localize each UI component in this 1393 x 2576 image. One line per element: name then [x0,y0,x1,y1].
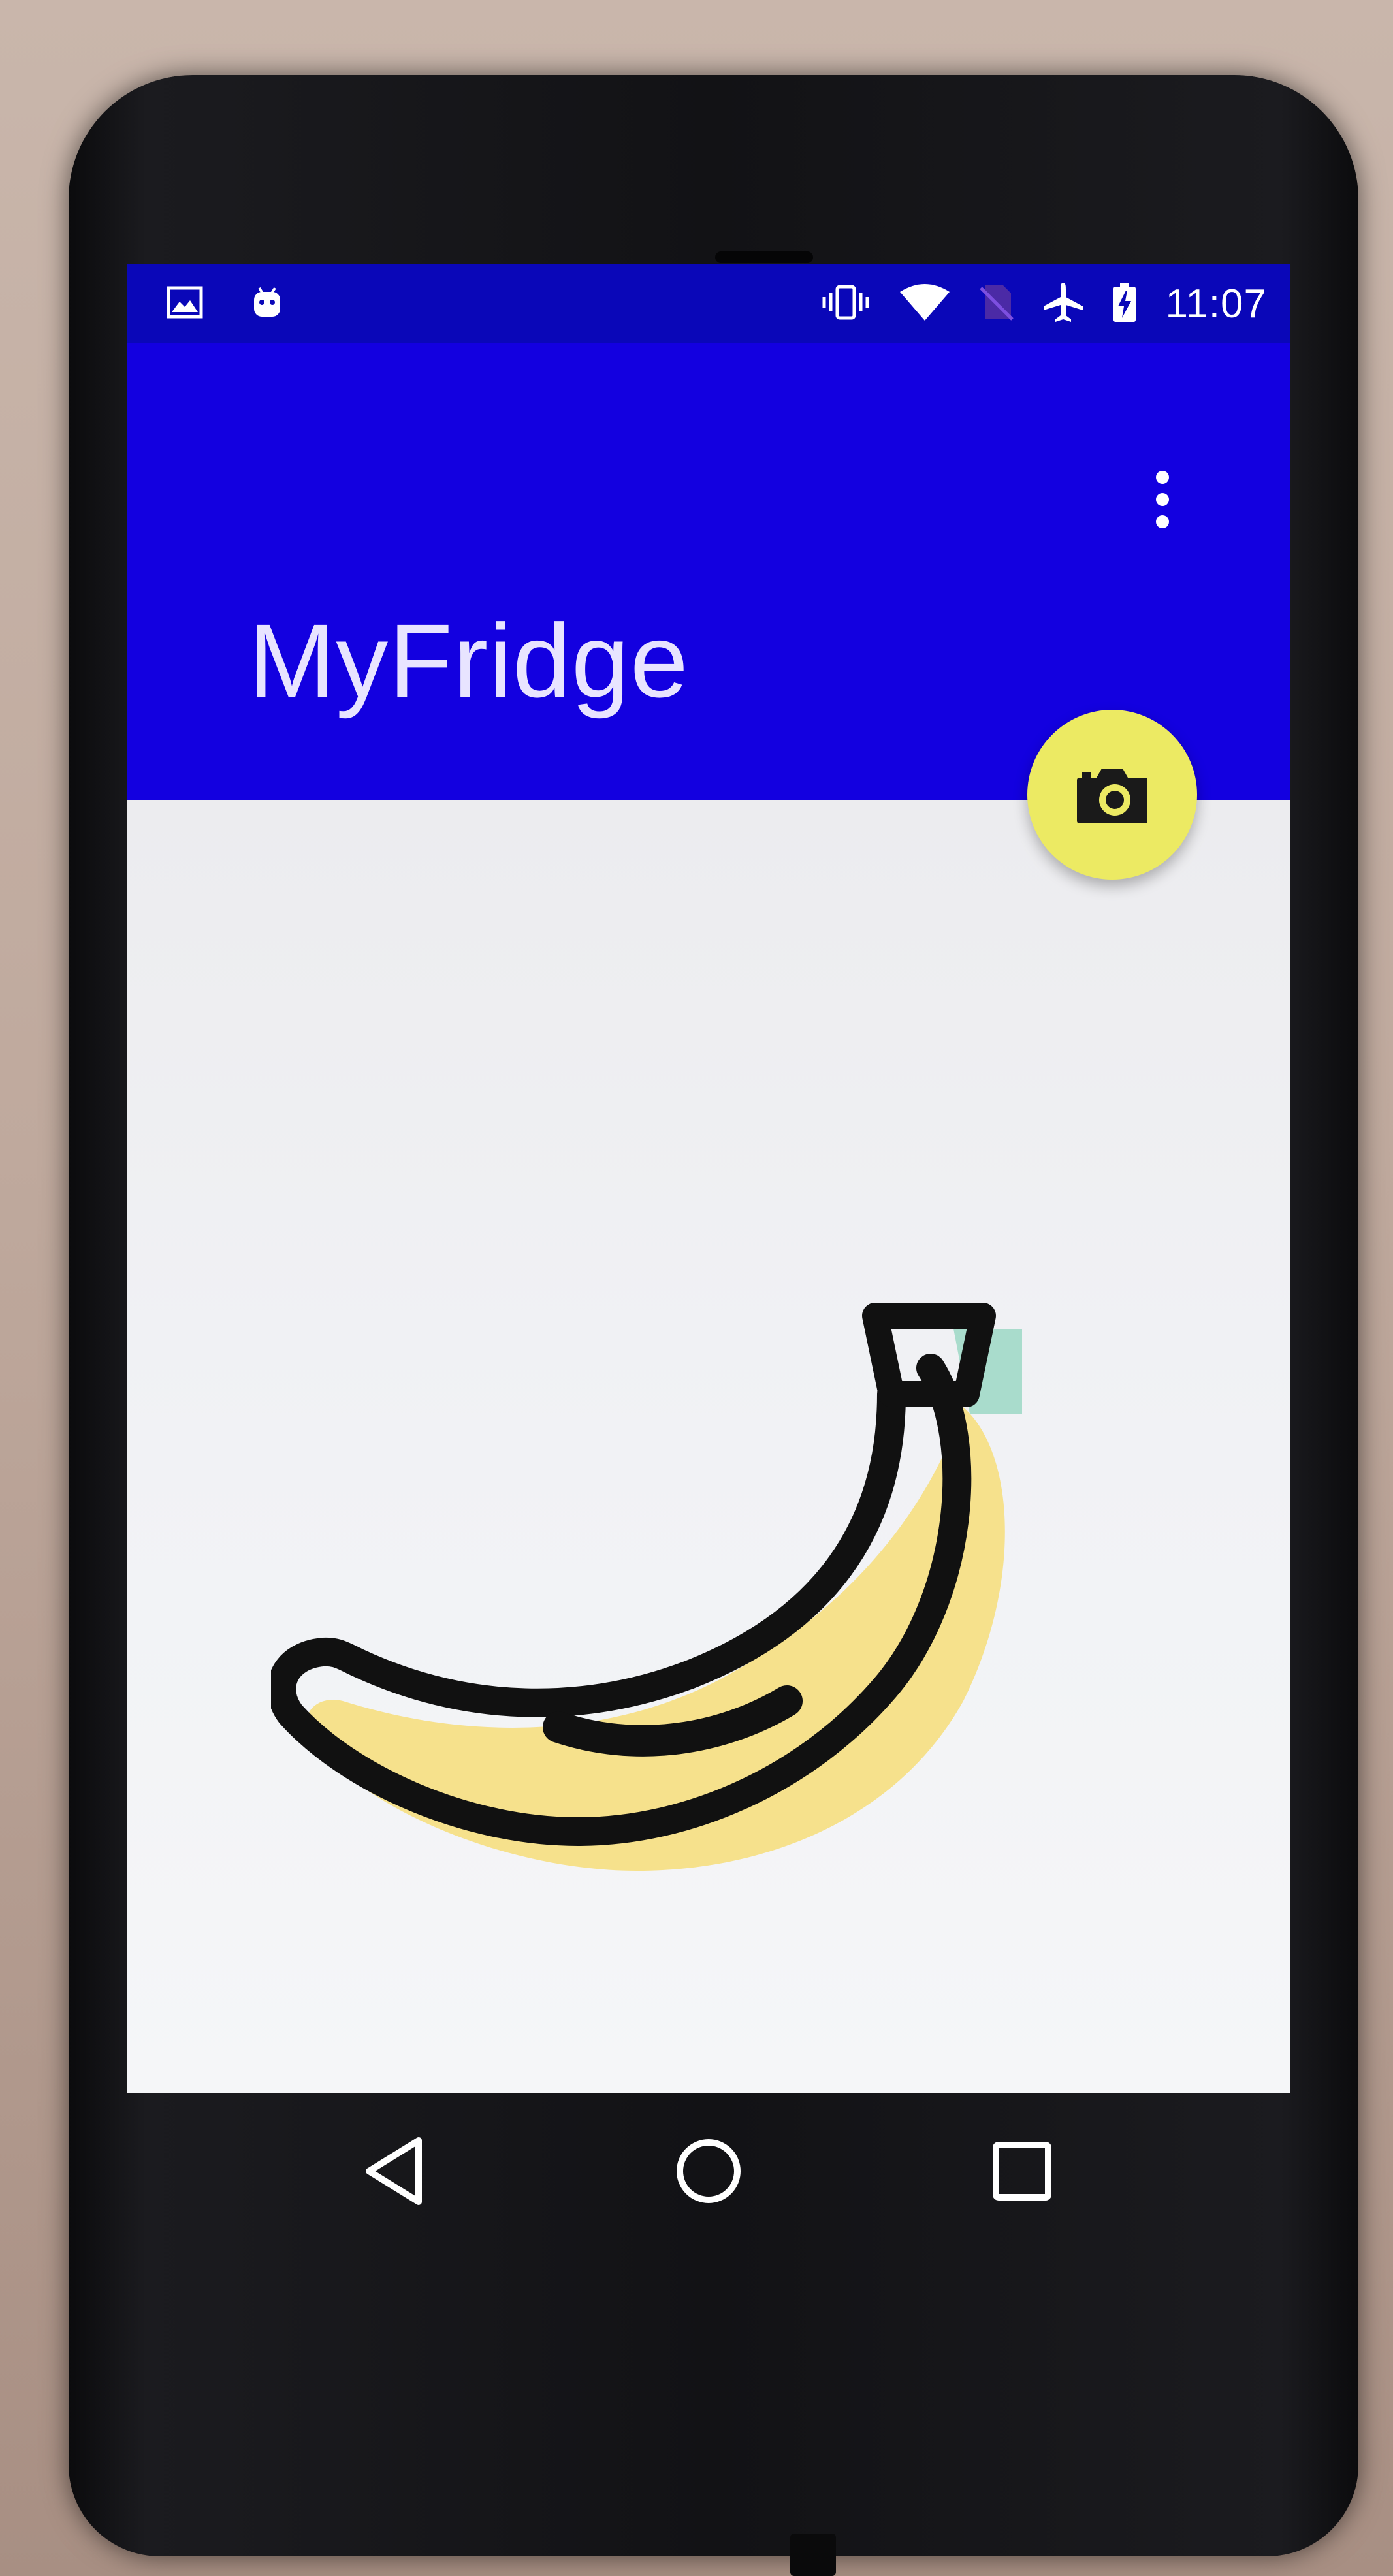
status-system-icons: 11:07 [820,264,1267,343]
overflow-dot [1156,471,1169,484]
recents-button[interactable] [976,2125,1068,2217]
usb-cable [790,2534,836,2576]
no-sim-icon [978,283,1015,325]
image-notification-icon [167,286,203,321]
overflow-dot [1156,493,1169,506]
earpiece [715,251,813,263]
wifi-icon [899,283,951,325]
battery-charging-icon [1112,281,1138,326]
recents-icon [993,2142,1051,2201]
app-title: MyFridge [248,602,689,719]
back-button[interactable] [349,2125,441,2217]
phone-screen: 11:07 MyFridge [127,264,1290,2093]
status-notifications [167,264,285,343]
vibrate-icon [820,283,871,325]
android-notification-icon [249,284,285,323]
home-button[interactable] [663,2125,754,2217]
status-time: 11:07 [1165,281,1267,326]
overflow-menu-button[interactable] [1136,460,1189,539]
camera-icon [1077,769,1147,823]
banana-icon [271,1303,1022,1871]
back-icon [366,2137,422,2205]
overflow-dot [1156,515,1169,528]
status-bar: 11:07 [127,264,1290,343]
camera-fab-button[interactable] [1027,710,1197,880]
airplane-mode-icon [1042,281,1084,326]
navigation-bar [127,2093,1290,2250]
home-icon [677,2139,741,2203]
